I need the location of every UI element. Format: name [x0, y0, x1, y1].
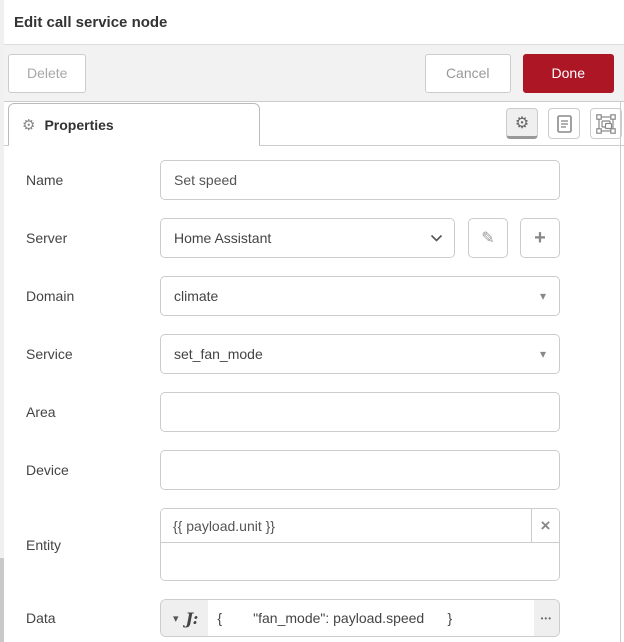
entity-control: × [160, 508, 560, 581]
plus-icon: + [534, 226, 546, 249]
data-expression-input[interactable] [208, 600, 534, 636]
document-icon [556, 114, 572, 133]
close-icon: × [540, 516, 551, 535]
service-control: set_fan_mode ▾ [160, 334, 560, 374]
server-label: Server [26, 230, 68, 246]
data-label: Data [26, 610, 56, 626]
button-bar: Delete Cancel Done [0, 45, 624, 102]
area-input[interactable] [160, 392, 560, 432]
expand-expression-button[interactable]: ••• [533, 600, 559, 636]
name-row: Name [26, 160, 624, 200]
entity-list-item: × [161, 509, 559, 543]
name-label: Name [26, 172, 64, 188]
name-input[interactable] [160, 160, 560, 200]
pencil-icon: ✎ [481, 230, 495, 247]
service-value: set_fan_mode [174, 346, 263, 362]
delete-button[interactable]: Delete [8, 53, 87, 93]
entity-row: Entity × [26, 508, 624, 581]
device-control [160, 450, 560, 490]
tab-properties[interactable]: ⚙ Properties [8, 103, 260, 146]
server-select-value: Home Assistant [174, 230, 272, 246]
remove-entity-button[interactable]: × [531, 509, 559, 542]
caret-down-icon: ▾ [539, 289, 546, 303]
dialog-title: Edit call service node [14, 13, 168, 31]
gear-icon: ⚙ [22, 116, 36, 134]
edit-server-button[interactable]: ✎ [468, 218, 508, 258]
device-label: Device [26, 462, 69, 478]
scrollbar-track[interactable] [0, 0, 4, 642]
gear-icon: ⚙ [514, 114, 530, 132]
domain-value: climate [174, 288, 219, 304]
dialog-header: Edit call service node [0, 0, 624, 45]
appearance-icon [596, 113, 616, 134]
ellipsis-icon: ••• [540, 613, 552, 623]
scrollbar-thumb[interactable] [0, 558, 4, 642]
area-control [160, 392, 560, 432]
service-row: Service set_fan_mode ▾ [26, 334, 624, 374]
data-row: Data ▾ J: ••• [26, 599, 624, 637]
entity-input[interactable] [161, 509, 531, 542]
panel-right-border [620, 102, 621, 642]
domain-row: Domain climate ▾ [26, 276, 624, 316]
data-typed-input: ▾ J: ••• [160, 599, 560, 637]
tab-properties-label: Properties [44, 116, 114, 133]
edit-call-service-dialog: Edit call service node Delete Cancel Don… [0, 0, 624, 642]
name-control [160, 160, 560, 200]
area-label: Area [26, 404, 56, 420]
add-server-button[interactable]: + [520, 218, 560, 258]
server-select[interactable]: Home Assistant [160, 218, 455, 258]
editor-tab-buttons: ⚙ [506, 108, 622, 139]
tab-bar: ⚙ Properties ⚙ [0, 102, 624, 146]
device-input[interactable] [160, 450, 560, 490]
domain-control: climate ▾ [160, 276, 560, 316]
service-label: Service [26, 346, 73, 362]
chevron-down-icon [430, 234, 443, 242]
properties-tab-button[interactable]: ⚙ [506, 108, 538, 139]
description-tab-button[interactable] [548, 108, 580, 139]
data-type-select-button[interactable]: ▾ J: [161, 600, 209, 636]
caret-down-icon: ▾ [539, 347, 546, 361]
cancel-button[interactable]: Cancel [424, 53, 511, 93]
entity-add-input[interactable] [161, 543, 559, 580]
entity-list: × [160, 508, 560, 581]
appearance-tab-button[interactable] [590, 108, 622, 139]
device-row: Device [26, 450, 624, 490]
entity-list-add-row [161, 543, 559, 580]
done-button[interactable]: Done [522, 53, 614, 93]
server-control: Home Assistant ✎ + [160, 218, 560, 258]
area-row: Area [26, 392, 624, 432]
entity-label: Entity [26, 536, 62, 553]
data-control: ▾ J: ••• [160, 599, 560, 637]
domain-label: Domain [26, 288, 75, 304]
service-combobox[interactable]: set_fan_mode ▾ [160, 334, 560, 374]
jsonata-expression-icon: J: [185, 608, 199, 628]
properties-form: Name Server Home Assistant ✎ + [0, 146, 624, 642]
caret-down-icon: ▾ [173, 612, 179, 625]
server-row: Server Home Assistant ✎ + [26, 218, 624, 258]
domain-combobox[interactable]: climate ▾ [160, 276, 560, 316]
button-bar-right: Cancel Done [424, 53, 616, 93]
